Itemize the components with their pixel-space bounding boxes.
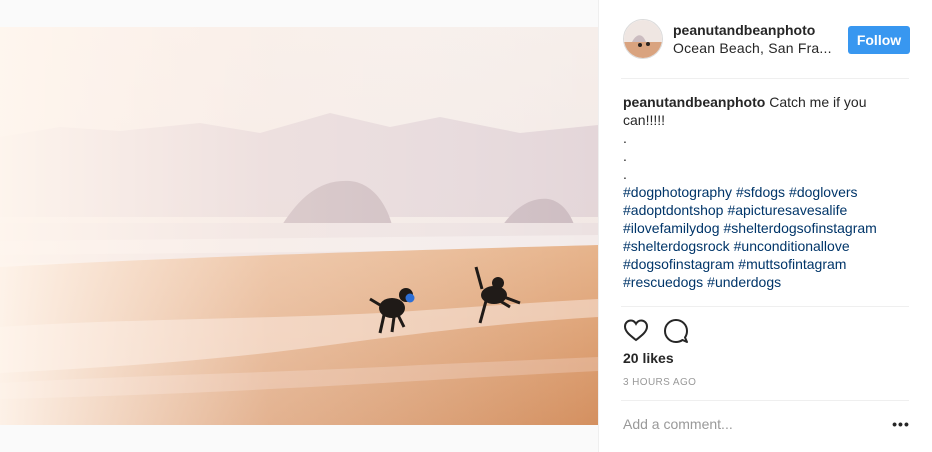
caption-dot: . [623, 130, 627, 146]
post-timestamp[interactable]: 3 HOURS AGO [623, 377, 696, 388]
hashtag-link[interactable]: #unconditionallove [734, 238, 850, 254]
post-actions [623, 318, 743, 344]
hashtag-link[interactable]: #sfdogs [736, 184, 785, 200]
hashtag-link[interactable]: #muttsofintagram [738, 256, 846, 272]
caption-username[interactable]: peanutandbeanphoto [623, 94, 765, 110]
post-header: peanutandbeanphoto Ocean Beach, San Fra.… [599, 0, 932, 78]
beach-dogs-image [0, 27, 598, 425]
hashtag-line: #dogphotography #sfdogs #doglovers [623, 183, 903, 201]
hashtag-link[interactable]: #ilovefamilydog [623, 220, 720, 236]
hashtag-link[interactable]: #dogphotography [623, 184, 732, 200]
hashtag-list: #dogphotography #sfdogs #doglovers #adoptd… [623, 183, 903, 291]
hashtag-line: #shelterdogsrock #unconditionallove [623, 237, 903, 255]
hashtag-link[interactable]: #shelterdogsrock [623, 238, 730, 254]
hashtag-line: #ilovefamilydog #shelterdogsofinstagram [623, 219, 903, 237]
caption-dot: . [623, 166, 627, 182]
speech-bubble-icon[interactable] [663, 318, 689, 344]
hashtag-link[interactable]: #doglovers [789, 184, 858, 200]
post-caption: peanutandbeanphoto Catch me if you can!!… [623, 93, 903, 291]
header-divider [621, 78, 909, 79]
hashtag-link[interactable]: #shelterdogsofinstagram [724, 220, 877, 236]
hashtag-link[interactable]: #dogsofinstagram [623, 256, 734, 272]
hashtag-line: #dogsofinstagram #muttsofintagram [623, 255, 903, 273]
hashtag-link[interactable]: #adoptdontshop [623, 202, 723, 218]
follow-button[interactable]: Follow [848, 26, 910, 54]
hashtag-line: #rescuedogs #underdogs [623, 273, 903, 291]
hashtag-line: #adoptdontshop #apicturesavesalife [623, 201, 903, 219]
post-location[interactable]: Ocean Beach, San Fra... [673, 40, 832, 56]
like-count[interactable]: 20 likes [623, 350, 674, 366]
ellipsis-icon[interactable]: ••• [889, 414, 913, 434]
caption-divider [621, 306, 909, 307]
post-photo[interactable] [0, 27, 598, 425]
comment-input[interactable] [623, 414, 863, 434]
heart-outline-icon[interactable] [623, 318, 649, 344]
caption-dot: . [623, 148, 627, 164]
avatar-image [624, 20, 662, 58]
actions-divider [621, 400, 909, 401]
hashtag-link[interactable]: #underdogs [707, 274, 781, 290]
caption-dots: . . . [623, 129, 903, 183]
post-username[interactable]: peanutandbeanphoto [673, 22, 815, 38]
hashtag-link[interactable]: #apicturesavesalife [727, 202, 847, 218]
caption-first-line: peanutandbeanphoto Catch me if you can!!… [623, 93, 903, 129]
post-viewer: peanutandbeanphoto Ocean Beach, San Fra.… [0, 0, 932, 452]
post-details-panel: peanutandbeanphoto Ocean Beach, San Fra.… [598, 0, 932, 452]
avatar[interactable] [623, 19, 663, 59]
hashtag-link[interactable]: #rescuedogs [623, 274, 703, 290]
